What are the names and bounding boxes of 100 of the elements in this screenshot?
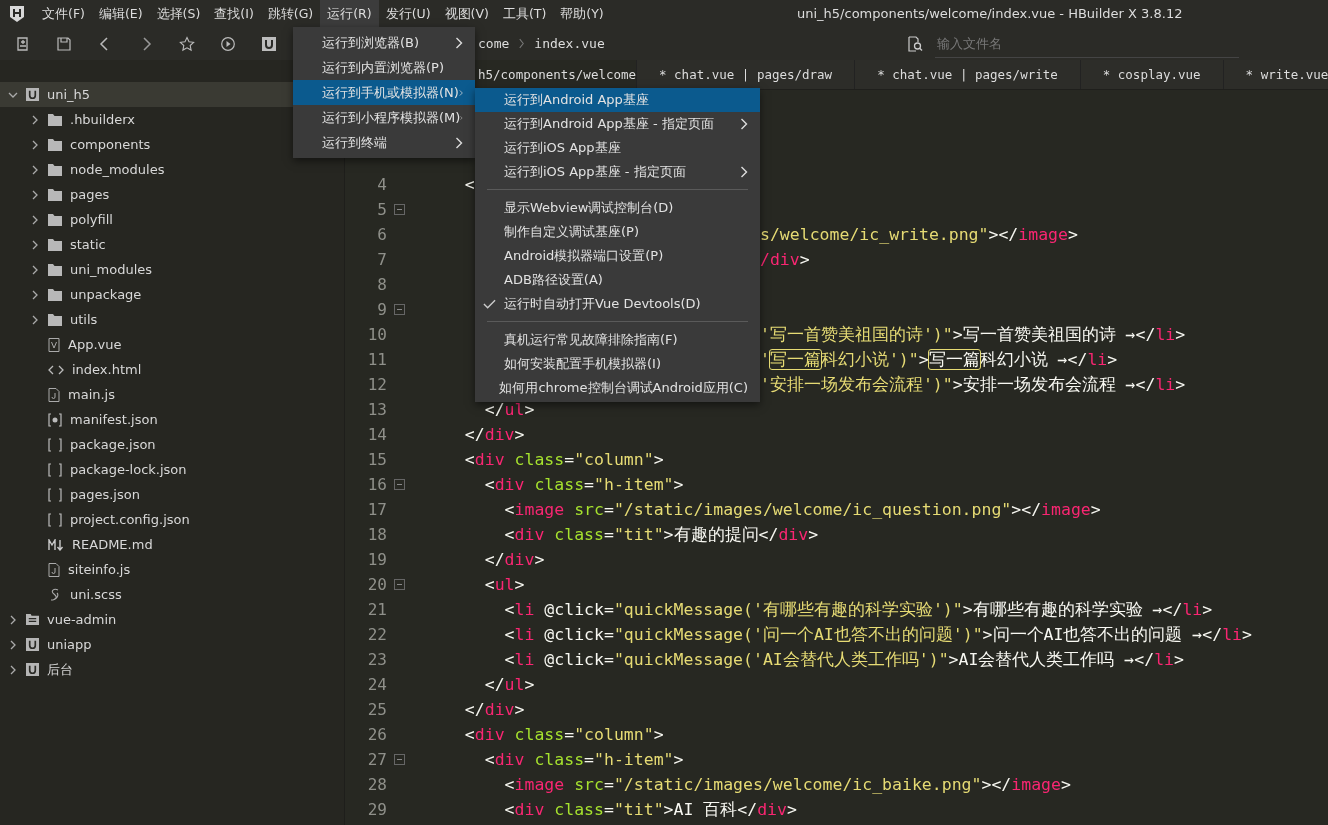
- tree-label: uniapp: [47, 637, 92, 652]
- line-number: 26: [366, 725, 387, 744]
- menu-item[interactable]: 运行到手机或模拟器(N): [293, 80, 475, 105]
- folder-icon: [48, 138, 62, 151]
- menu-item[interactable]: 如何用chrome控制台调试Android应用(C): [475, 376, 760, 400]
- menu-item[interactable]: 显示Webview调试控制台(D): [475, 196, 760, 220]
- menu-item[interactable]: 运行到Android App基座: [475, 88, 760, 112]
- project-icon[interactable]: [261, 35, 277, 52]
- menu-item[interactable]: ADB路径设置(A): [475, 268, 760, 292]
- chevron-icon: [518, 38, 526, 49]
- brackets-icon: [48, 437, 62, 452]
- tree-item[interactable]: package.json: [0, 432, 344, 457]
- code-line: /div>: [760, 250, 810, 269]
- code-line: <div class="h-item">: [483, 475, 684, 494]
- line-number: 5: [376, 200, 387, 219]
- code-line: </div>: [463, 700, 525, 719]
- menu-item[interactable]: 编辑(E): [91, 0, 150, 27]
- tree-item[interactable]: uniapp: [0, 632, 344, 657]
- line-number: 10: [366, 325, 387, 344]
- save-icon[interactable]: [56, 35, 72, 52]
- star-icon[interactable]: [179, 35, 195, 52]
- line-number: 23: [366, 650, 387, 669]
- editor-tab[interactable]: * chat.vue | pages/write: [855, 60, 1081, 89]
- tree-item[interactable]: App.vue: [0, 332, 344, 357]
- fold-icon[interactable]: [394, 754, 405, 765]
- menu-item[interactable]: 查找(I): [207, 0, 261, 27]
- line-number: 19: [366, 550, 387, 569]
- menu-item[interactable]: 运行到内置浏览器(P): [293, 55, 475, 80]
- window-title: uni_h5/components/welcome/index.vue - HBuilder X 3.8.12: [797, 6, 1183, 21]
- tree-item[interactable]: static: [0, 232, 344, 257]
- menu-item[interactable]: 运行到Android App基座 - 指定页面: [475, 112, 760, 136]
- menu-item[interactable]: 帮助(Y): [553, 0, 611, 27]
- tree-label: pages: [70, 187, 110, 202]
- line-number: 24: [366, 675, 387, 694]
- tree-item[interactable]: 后台: [0, 657, 344, 682]
- folder-icon: [48, 288, 62, 301]
- new-file-icon[interactable]: [15, 35, 31, 52]
- menu-item[interactable]: 视图(V): [437, 0, 496, 27]
- tree-item[interactable]: uni_modules: [0, 257, 344, 282]
- menu-item[interactable]: 运行时自动打开Vue Devtools(D): [475, 292, 760, 316]
- fold-icon[interactable]: [394, 204, 405, 215]
- run-icon[interactable]: [220, 35, 236, 52]
- tree-item[interactable]: node_modules: [0, 157, 344, 182]
- editor-tab[interactable]: * write.vue: [1223, 60, 1328, 89]
- line-number: 20: [366, 575, 387, 594]
- menu-item[interactable]: 制作自定义调试基座(P): [475, 220, 760, 244]
- tree-item[interactable]: project.config.json: [0, 507, 344, 532]
- tree-label: README.md: [72, 537, 153, 552]
- menu-item[interactable]: 运行到iOS App基座: [475, 136, 760, 160]
- tree-item[interactable]: polyfill: [0, 207, 344, 232]
- menu-item[interactable]: 跳转(G): [260, 0, 321, 27]
- folder-icon: [48, 188, 62, 201]
- line-number: 12: [366, 375, 387, 394]
- tree-item[interactable]: manifest.json: [0, 407, 344, 432]
- tree-item[interactable]: vue-admin: [0, 607, 344, 632]
- brackets-icon: [48, 487, 62, 502]
- menu-item[interactable]: 文件(F): [35, 0, 92, 27]
- project-icon: [26, 613, 39, 626]
- menu-item[interactable]: 运行到浏览器(B): [293, 30, 475, 55]
- breadcrumb-item[interactable]: index.vue: [534, 36, 605, 51]
- tree-item[interactable]: pages: [0, 182, 344, 207]
- menu-item[interactable]: Android模拟器端口设置(P): [475, 244, 760, 268]
- menu-item[interactable]: 运行到终端: [293, 130, 475, 155]
- markdown-icon: [48, 538, 64, 551]
- tree-item[interactable]: pages.json: [0, 482, 344, 507]
- code-line: <image src="/static/images/welcome/ic_baike.png"></image>: [503, 775, 1071, 794]
- tree-label: static: [70, 237, 106, 252]
- folder-icon: [48, 263, 62, 276]
- fold-icon[interactable]: [394, 579, 405, 590]
- tree-item[interactable]: main.js: [0, 382, 344, 407]
- folder-icon: [48, 213, 62, 226]
- menu-item[interactable]: 发行(U): [378, 0, 438, 27]
- tree-label: unpackage: [70, 287, 142, 302]
- tree-item[interactable]: uni.scss: [0, 582, 344, 607]
- menu-item[interactable]: 运行到iOS App基座 - 指定页面: [475, 160, 760, 184]
- code-line: s/welcome/ic_write.png"></image>: [760, 225, 1078, 244]
- tree-item[interactable]: README.md: [0, 532, 344, 557]
- tree-item[interactable]: siteinfo.js: [0, 557, 344, 582]
- menu-item[interactable]: 工具(T): [495, 0, 554, 27]
- file-search-field[interactable]: 输入文件名: [935, 29, 1239, 58]
- menu-item[interactable]: 运行(R): [320, 0, 379, 27]
- editor-tab[interactable]: h5/components/welcome: [475, 60, 638, 89]
- code-line: <div class="tit">有趣的提问</div>: [503, 523, 819, 546]
- tree-item[interactable]: index.html: [0, 357, 344, 382]
- fold-icon[interactable]: [394, 479, 405, 490]
- line-number: 6: [376, 225, 387, 244]
- tree-item[interactable]: utils: [0, 307, 344, 332]
- editor-tab[interactable]: * cosplay.vue: [1080, 60, 1224, 89]
- tree-item[interactable]: package-lock.json: [0, 457, 344, 482]
- menu-item[interactable]: 如何安装配置手机模拟器(I): [475, 352, 760, 376]
- tree-label: utils: [70, 312, 98, 327]
- tree-label: polyfill: [70, 212, 113, 227]
- fold-icon[interactable]: [394, 304, 405, 315]
- breadcrumb-item[interactable]: come: [478, 36, 510, 51]
- line-number: 28: [366, 775, 387, 794]
- tree-item[interactable]: unpackage: [0, 282, 344, 307]
- file-icon: [48, 387, 60, 402]
- menu-item[interactable]: 真机运行常见故障排除指南(F): [475, 328, 760, 352]
- menu-item[interactable]: 选择(S): [149, 0, 208, 27]
- menu-item[interactable]: 运行到小程序模拟器(M): [293, 105, 475, 130]
